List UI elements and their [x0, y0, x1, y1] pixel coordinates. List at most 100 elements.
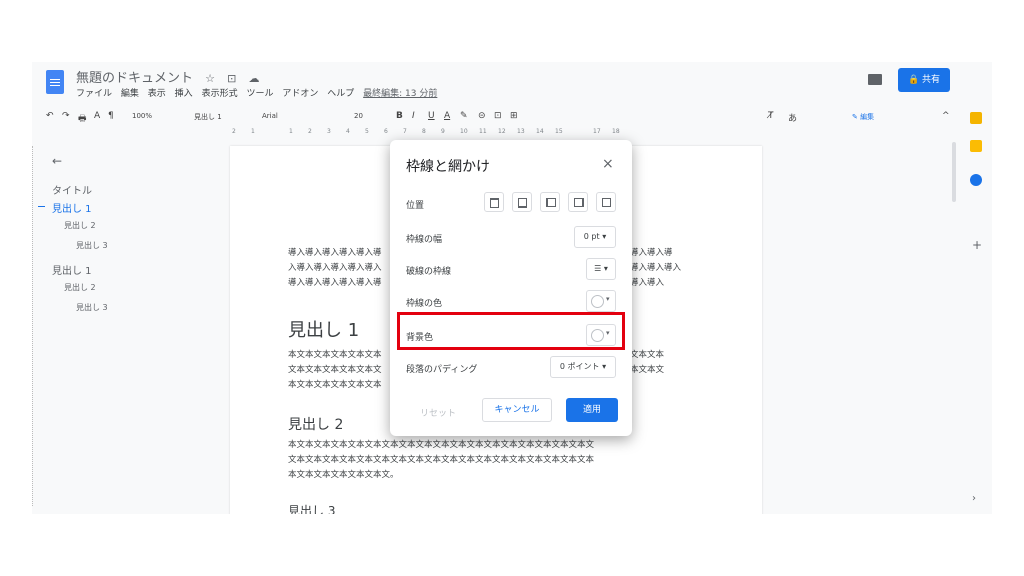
dash-label: 破線の枠線 [406, 267, 452, 277]
body-paragraph-1-right: 文本文本 本文本文 [630, 348, 664, 378]
doc-title[interactable]: 無題のドキュメント [76, 71, 193, 86]
add-comment-icon[interactable]: ⊡ [494, 111, 502, 121]
cloud-status-icon[interactable]: ☁ [249, 72, 260, 85]
text-line: 文本文本 [630, 350, 665, 360]
border-color-picker[interactable]: ▾ [586, 290, 616, 312]
clear-format-icon[interactable]: T̸ [768, 111, 774, 121]
ruler-tick: 1 [289, 128, 293, 135]
zoom-select[interactable]: 100% [132, 112, 152, 120]
menu-addons[interactable]: アドオン [282, 89, 318, 99]
borders-shading-dialog: 枠線と網かけ × 位置 枠線の幅 0 pt ▾ 破線の枠線 ☰ ▾ 枠線の色 ▾… [390, 140, 632, 436]
red-highlight-box [397, 312, 625, 350]
ruler[interactable]: 2 1 1 2 3 4 5 6 7 8 9 10 11 12 13 14 15 17 18 [232, 128, 772, 138]
border-width-select[interactable]: 0 pt ▾ [574, 226, 616, 248]
border-between-icon [602, 198, 611, 207]
border-bottom-button[interactable] [512, 192, 532, 212]
dropdown-arrow-icon: ▾ [606, 295, 610, 303]
ruler-tick: 5 [365, 128, 369, 135]
ruler-tick: 11 [479, 128, 487, 135]
dialog-title: 枠線と網かけ [406, 159, 490, 175]
collapse-toolbar-icon[interactable]: ^ [942, 111, 950, 121]
star-icon[interactable]: ☆ [205, 72, 215, 85]
tasks-icon[interactable] [970, 140, 982, 152]
add-addon-icon[interactable]: + [972, 238, 982, 252]
menu-format[interactable]: 表示形式 [202, 89, 238, 99]
keep-icon[interactable] [970, 112, 982, 124]
border-between-button[interactable] [596, 192, 616, 212]
menu-tools[interactable]: ツール [246, 89, 273, 99]
calendar-icon[interactable] [970, 174, 982, 186]
back-arrow-icon[interactable]: ← [52, 154, 62, 168]
intro-paragraph-right: 導入導入導 導入導入導入 導入導入 [630, 246, 681, 291]
border-left-button[interactable] [540, 192, 560, 212]
highlight-icon[interactable]: ✎ [460, 111, 468, 121]
text-line: 導入導入導入導入導入導 [288, 248, 382, 258]
menu-edit[interactable]: 編集 [121, 89, 139, 99]
side-panel: + [966, 112, 990, 412]
menu-help[interactable]: ヘルプ [327, 89, 354, 99]
italic-button[interactable]: I [412, 111, 415, 121]
intro-paragraph: 導入導入導入導入導入導 入導入導入導入導入導入 導入導入導入導入導入導 [288, 246, 382, 291]
text-line: 本文本文本文本文本文本文。 [288, 470, 399, 480]
scrollbar[interactable] [952, 142, 956, 202]
outline-item-h2[interactable]: 見出し 2 [64, 282, 96, 293]
cancel-button[interactable]: キャンセル [482, 398, 552, 422]
last-edit-link[interactable]: 最終編集: 13 分前 [363, 89, 437, 99]
chevron-right-icon[interactable]: › [972, 493, 976, 504]
border-top-button[interactable] [484, 192, 504, 212]
text-line: 文本文本文本文本文本文本文本文本文本文本文本文本文本文本文本文本文本文本 [288, 455, 595, 465]
font-select[interactable]: Arial [262, 112, 278, 120]
close-icon[interactable]: × [602, 156, 614, 172]
ruler-tick: 10 [460, 128, 468, 135]
ruler-tick: 6 [384, 128, 388, 135]
edit-mode-select[interactable]: ✎ 編集 [852, 112, 874, 122]
print-icon[interactable]: 🖶 [78, 111, 87, 127]
body-paragraph-2: 本文本文本文本文本文本文本文本文本文本文本文本文本文本文本文本文本文本文 文本文… [288, 438, 594, 483]
outline-item-h3[interactable]: 見出し 3 [76, 302, 108, 313]
outline-item-h1[interactable]: 見出し 1 [52, 262, 92, 277]
border-left-icon [546, 198, 556, 207]
document-outline: ← タイトル 見出し 1 見出し 2 見出し 3 見出し 1 見出し 2 見出し… [32, 142, 212, 512]
ruler-tick: 13 [517, 128, 525, 135]
border-width-label: 枠線の幅 [406, 235, 443, 245]
insert-image-icon[interactable]: ⊞ [510, 111, 518, 121]
paint-format-icon[interactable]: ¶ [108, 111, 114, 121]
menu-view[interactable]: 表示 [148, 89, 166, 99]
text-line: 入導入導入導入導入導入 [288, 263, 382, 273]
style-select[interactable]: 見出し 1 [194, 112, 222, 122]
docs-logo-icon[interactable] [46, 70, 64, 94]
border-bottom-icon [518, 198, 527, 208]
border-right-button[interactable] [568, 192, 588, 212]
menu-bar: ファイル 編集 表示 挿入 表示形式 ツール アドオン ヘルプ 最終編集: 13… [76, 86, 443, 99]
outline-item-h3[interactable]: 見出し 3 [76, 240, 108, 251]
toolbar: ↶ ↷ 🖶 A ¶ 100% 見出し 1 Arial 20 B I U A ✎ … [32, 106, 992, 128]
ruler-tick: 15 [555, 128, 563, 135]
outline-item-h2[interactable]: 見出し 2 [64, 220, 96, 231]
menu-insert[interactable]: 挿入 [175, 89, 193, 99]
menu-file[interactable]: ファイル [76, 89, 112, 99]
dash-select[interactable]: ☰ ▾ [586, 258, 616, 280]
outline-item-h1[interactable]: 見出し 1 [52, 200, 92, 215]
redo-icon[interactable]: ↷ [62, 111, 70, 121]
comment-history-icon[interactable] [868, 74, 882, 85]
heading-1: 見出し 1 [288, 320, 360, 341]
text-color-button[interactable]: A [444, 111, 450, 121]
padding-select[interactable]: 0 ポイント ▾ [550, 356, 616, 378]
link-icon[interactable]: ⊝ [478, 111, 486, 121]
ruler-tick: 7 [403, 128, 407, 135]
apply-button[interactable]: 適用 [566, 398, 618, 422]
border-top-icon [490, 198, 499, 208]
outline-item-title[interactable]: タイトル [52, 182, 92, 197]
undo-icon[interactable]: ↶ [46, 111, 54, 121]
body-paragraph-1: 本文本文本文本文本文本 文本文本文本文本文本文 本文本文本文本文本文本 [288, 348, 382, 393]
move-icon[interactable]: ⊡ [227, 72, 236, 85]
ruler-tick: 14 [536, 128, 544, 135]
ruler-tick: 4 [346, 128, 350, 135]
font-size-input[interactable]: 20 [354, 112, 363, 120]
spellcheck-icon[interactable]: A [94, 111, 100, 121]
underline-button[interactable]: U [428, 111, 435, 121]
bold-button[interactable]: B [396, 111, 403, 121]
share-button[interactable]: 🔒 共有 [898, 68, 950, 92]
input-method-icon[interactable]: あ [788, 111, 797, 124]
reset-button[interactable]: リセット [420, 406, 456, 419]
